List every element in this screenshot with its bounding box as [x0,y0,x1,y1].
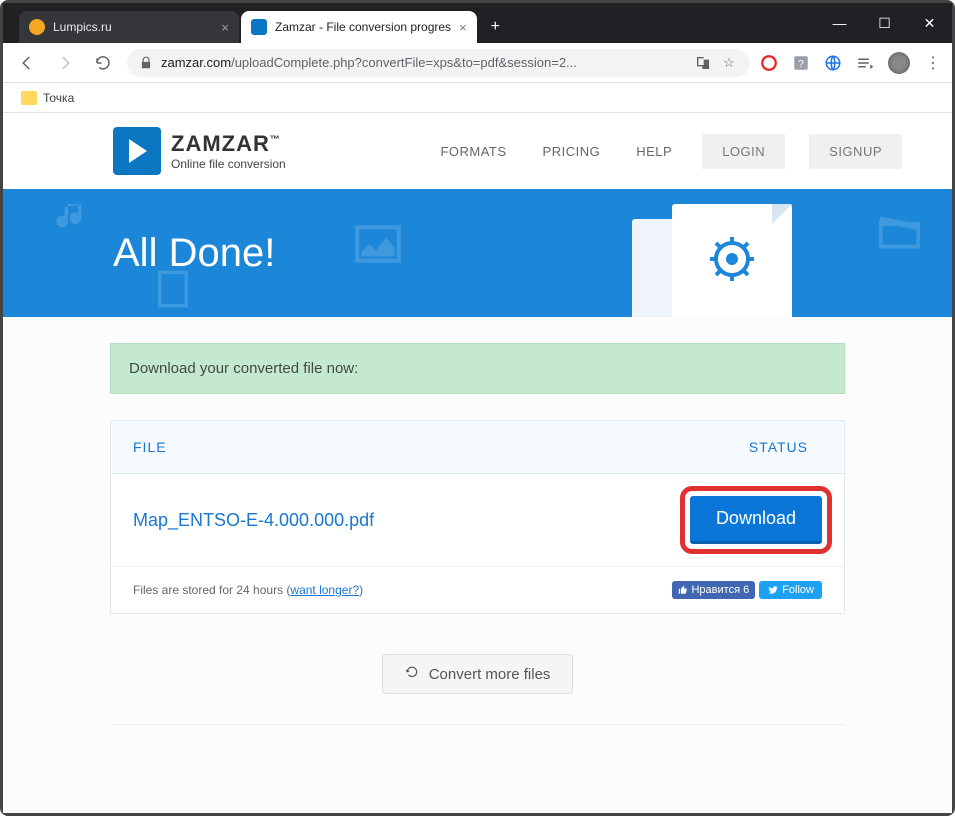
facebook-like-button[interactable]: Нравится 6 [672,581,755,599]
profile-avatar[interactable] [888,52,910,74]
table-header: FILE STATUS [111,421,844,474]
new-tab-button[interactable]: + [479,11,512,43]
bookmarks-bar: Точка [3,83,952,113]
hero-banner: All Done! [3,189,952,317]
thumbs-up-icon [678,585,688,595]
want-longer-link[interactable]: want longer? [290,583,359,597]
nav-signup[interactable]: SIGNUP [809,134,902,169]
clapper-icon [877,209,922,254]
nav-pricing[interactable]: PRICING [537,136,607,167]
twitter-follow-button[interactable]: Follow [759,581,822,599]
nav-login[interactable]: LOGIN [702,134,785,169]
main-nav: FORMATS PRICING HELP LOGIN SIGNUP [434,134,902,169]
tab-strip: Lumpics.ru × Zamzar - File conversion pr… [11,3,512,43]
nav-formats[interactable]: FORMATS [434,136,512,167]
folder-icon [21,91,37,105]
browser-toolbar: zamzar.com/uploadComplete.php?convertFil… [3,43,952,83]
page-viewport[interactable]: ZAMZAR™ Online file conversion FORMATS P… [3,113,952,813]
tab-title: Zamzar - File conversion progres [275,20,451,34]
card-footer: Files are stored for 24 hours (want long… [111,566,844,613]
window-controls: — ☐ ✕ [817,3,952,43]
globe-icon[interactable] [824,54,842,72]
download-wrap: Download [690,496,822,544]
bookmark-folder[interactable]: Точка [15,87,80,109]
opera-icon[interactable] [760,54,778,72]
twitter-icon [767,585,779,595]
star-icon[interactable]: ☆ [720,54,738,72]
site-header: ZAMZAR™ Online file conversion FORMATS P… [3,113,952,189]
favicon-lumpics [29,19,45,35]
col-status-header: STATUS [749,439,808,455]
table-row: Map_ENTSO-E-4.000.000.pdf Download [111,474,844,566]
reload-button[interactable] [89,49,117,77]
close-icon[interactable]: × [221,20,229,35]
media-icon[interactable] [856,54,874,72]
tab-zamzar[interactable]: Zamzar - File conversion progres × [241,11,477,43]
success-alert: Download your converted file now: [110,343,845,394]
lock-icon [139,56,153,70]
maximize-button[interactable]: ☐ [862,3,907,43]
reload-icon [94,54,112,72]
logo[interactable]: ZAMZAR™ Online file conversion [113,127,286,175]
bookmark-label: Точка [43,91,74,105]
tab-lumpics[interactable]: Lumpics.ru × [19,11,239,43]
logo-mark-icon [113,127,161,175]
extension-icons: ? ⋮ [760,52,942,74]
storage-notice: Files are stored for 24 hours (want long… [133,583,363,597]
logo-title: ZAMZAR™ [171,131,286,157]
alert-message: Download your converted file now: [129,360,358,377]
document-illustration [632,199,832,317]
social-buttons: Нравится 6 Follow [672,581,822,599]
file-card: FILE STATUS Map_ENTSO-E-4.000.000.pdf Do… [110,420,845,614]
file-name-link[interactable]: Map_ENTSO-E-4.000.000.pdf [133,510,374,531]
convert-more-button[interactable]: Convert more files [382,654,574,694]
help-icon[interactable]: ? [792,54,810,72]
download-button[interactable]: Download [690,496,822,544]
translate-icon[interactable] [694,54,712,72]
arrow-right-icon [56,54,74,72]
nav-help[interactable]: HELP [630,136,678,167]
arrow-left-icon [18,54,36,72]
music-icon [53,199,93,239]
col-file-header: FILE [133,439,167,455]
menu-icon[interactable]: ⋮ [924,54,942,72]
url-text: zamzar.com/uploadComplete.php?convertFil… [161,55,686,70]
favicon-zamzar [251,19,267,35]
logo-text: ZAMZAR™ Online file conversion [171,131,286,171]
close-icon[interactable]: × [459,20,467,35]
content-area: Download your converted file now: FILE S… [110,317,845,790]
close-window-button[interactable]: ✕ [907,3,952,43]
convert-more-label: Convert more files [429,666,551,683]
refresh-icon [405,665,419,683]
image-icon [353,219,403,269]
forward-button[interactable] [51,49,79,77]
address-bar[interactable]: zamzar.com/uploadComplete.php?convertFil… [127,49,750,77]
logo-subtitle: Online file conversion [171,157,286,171]
svg-text:?: ? [798,57,804,69]
minimize-button[interactable]: — [817,3,862,43]
hero-title: All Done! [113,231,275,276]
back-button[interactable] [13,49,41,77]
browser-titlebar: Lumpics.ru × Zamzar - File conversion pr… [3,3,952,43]
tab-title: Lumpics.ru [53,20,112,34]
next-section-edge [110,724,845,764]
